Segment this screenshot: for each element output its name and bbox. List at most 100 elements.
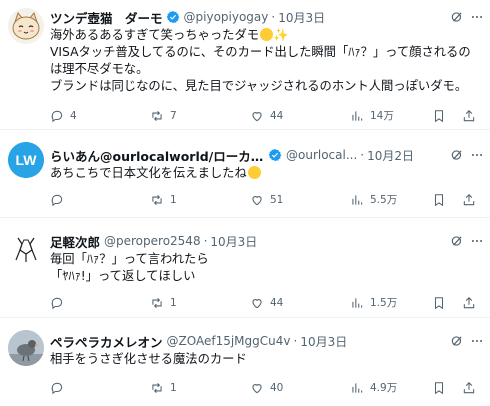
views-button[interactable]: 4.9万: [350, 380, 397, 396]
tweet-header: らいあん@ourlocalworld/ローカルな世... @ourlocal..…: [50, 146, 456, 164]
like-count: 44: [270, 110, 284, 122]
share-icon[interactable]: [462, 193, 476, 207]
timestamp[interactable]: 10月3日: [210, 233, 257, 250]
reply-icon: [51, 297, 63, 310]
tweet-text: 相手をうさぎ化させる魔法のカード: [50, 351, 484, 368]
view-count: 4.9万: [370, 382, 398, 394]
avatar[interactable]: LW: [8, 142, 44, 178]
share-icon[interactable]: [462, 109, 476, 123]
tweet[interactable]: 足軽次郎 @peropero2548 · 10月3日 毎回「ﾊｧ？」って言われた…: [0, 218, 490, 318]
tweet[interactable]: LW らいあん@ourlocalworld/ローカルな世... @ourloca…: [0, 130, 490, 218]
repost-button[interactable]: 1: [150, 295, 177, 311]
more-icon[interactable]: [470, 334, 484, 348]
like-button[interactable]: 44: [250, 295, 283, 311]
sparkles-emoji-icon: ✨: [273, 28, 289, 42]
timestamp[interactable]: 10月3日: [300, 333, 347, 350]
bookmark-icon[interactable]: [432, 296, 446, 310]
separator-dot: ·: [203, 234, 208, 248]
like-count: 40: [270, 382, 284, 394]
tweet-actions: 4 7 44 14万: [50, 108, 484, 124]
views-chart-icon: [352, 195, 363, 205]
reply-icon: [51, 110, 63, 123]
grok-icon[interactable]: [450, 10, 464, 24]
tweet[interactable]: ツンデ壺猫 ダーモ @piyopiyogay · 10月3日 海外あるあるすぎて…: [0, 0, 490, 130]
views-chart-icon: [352, 383, 363, 393]
tweet-header: 足軽次郎 @peropero2548 · 10月3日: [50, 232, 456, 250]
more-icon[interactable]: [470, 10, 484, 24]
avatar[interactable]: [8, 8, 44, 44]
timestamp[interactable]: 10月3日: [278, 9, 325, 26]
grok-icon[interactable]: [450, 148, 464, 162]
display-name[interactable]: 足軽次郎: [50, 232, 100, 250]
repost-button[interactable]: 1: [150, 380, 177, 396]
rofl-emoji-icon: [247, 166, 261, 179]
share-icon[interactable]: [462, 296, 476, 310]
heart-icon: [252, 112, 262, 122]
handle[interactable]: @ourlocal...: [286, 148, 357, 162]
tweet-line: 毎回「ﾊｧ？」って言われたら: [50, 252, 209, 266]
more-icon[interactable]: [470, 234, 484, 248]
avatar[interactable]: [8, 230, 44, 266]
view-count: 14万: [370, 110, 394, 122]
repost-button[interactable]: 7: [150, 108, 177, 124]
avatar[interactable]: [8, 330, 44, 366]
view-count: 5.5万: [370, 194, 398, 206]
tweet-header-actions: [450, 146, 484, 164]
grok-icon[interactable]: [450, 334, 464, 348]
display-name[interactable]: ペラペラカメレオン: [50, 332, 163, 350]
bird-photo-avatar: [8, 330, 44, 366]
reply-button[interactable]: [50, 295, 70, 311]
views-chart-icon: [352, 298, 363, 308]
cat-avatar-image: [8, 8, 44, 44]
tweet-line: は理不尽ダモな。: [50, 62, 149, 76]
views-button[interactable]: 14万: [350, 108, 394, 124]
views-button[interactable]: 5.5万: [350, 192, 397, 208]
handle[interactable]: @ZOAef15jMggCu4v: [167, 334, 291, 348]
share-icon[interactable]: [462, 381, 476, 395]
rofl-emoji-icon: [260, 28, 274, 41]
tweet-header-actions: [450, 332, 484, 350]
separator-dot: ·: [293, 334, 298, 348]
tweet[interactable]: ペラペラカメレオン @ZOAef15jMggCu4v · 10月3日 相手をうさ…: [0, 318, 490, 406]
tweet-line: 海外あるあるすぎて笑っちゃったダモ: [50, 28, 260, 42]
more-icon[interactable]: [470, 148, 484, 162]
display-name[interactable]: ツンデ壺猫 ダーモ: [50, 8, 163, 26]
tweet-header: ペラペラカメレオン @ZOAef15jMggCu4v · 10月3日: [50, 332, 456, 350]
reply-button[interactable]: [50, 192, 70, 208]
reply-count: 4: [70, 110, 77, 122]
tweet-actions: 1 40 4.9万: [50, 380, 484, 396]
repost-icon: [152, 194, 162, 206]
tweet-text: あちこちで日本文化を伝えましたね: [50, 165, 484, 182]
like-button[interactable]: 44: [250, 108, 283, 124]
grok-icon[interactable]: [450, 234, 464, 248]
tweet-header: ツンデ壺猫 ダーモ @piyopiyogay · 10月3日: [50, 8, 456, 26]
sketch-avatar-image: [8, 230, 44, 266]
handle[interactable]: @peropero2548: [104, 234, 201, 248]
tweet-line: 相手をうさぎ化させる魔法のカード: [50, 352, 247, 366]
reply-button[interactable]: [50, 380, 70, 396]
repost-icon: [152, 382, 162, 394]
tweet-line: VISAタッチ普及してるのに、そのカード出した瞬間「ﾊｧ？」って顔されるの: [50, 45, 471, 59]
separator-dot: ·: [271, 10, 276, 24]
heart-icon: [252, 196, 262, 206]
reply-button[interactable]: 4: [50, 108, 77, 124]
tweet-line: ブランドは同じなのに、見た目でジャッジされるのホント人間っぽいダモ。: [50, 79, 468, 93]
bookmark-icon[interactable]: [432, 109, 446, 123]
views-button[interactable]: 1.5万: [350, 295, 397, 311]
view-count: 1.5万: [370, 297, 398, 309]
timestamp[interactable]: 10月2日: [367, 147, 414, 164]
bookmark-icon[interactable]: [432, 193, 446, 207]
handle[interactable]: @piyopiyogay: [184, 10, 269, 24]
tweet-text: 毎回「ﾊｧ？」って言われたら 「ﾔﾊｧ!」って返してほしい: [50, 251, 484, 285]
tweet-line: あちこちで日本文化を伝えましたね: [50, 166, 247, 180]
like-button[interactable]: 51: [250, 192, 283, 208]
tweet-text: 海外あるあるすぎて笑っちゃったダモ ✨ VISAタッチ普及してるのに、そのカード出…: [50, 27, 484, 95]
tweet-header-actions: [450, 8, 484, 26]
bookmark-icon[interactable]: [432, 381, 446, 395]
repost-count: 7: [170, 110, 177, 122]
reply-icon: [51, 382, 63, 395]
repost-button[interactable]: 1: [150, 192, 177, 208]
display-name[interactable]: らいあん@ourlocalworld/ローカルな世...: [50, 146, 265, 164]
like-button[interactable]: 40: [250, 380, 283, 396]
svg-text:LW: LW: [16, 152, 38, 168]
